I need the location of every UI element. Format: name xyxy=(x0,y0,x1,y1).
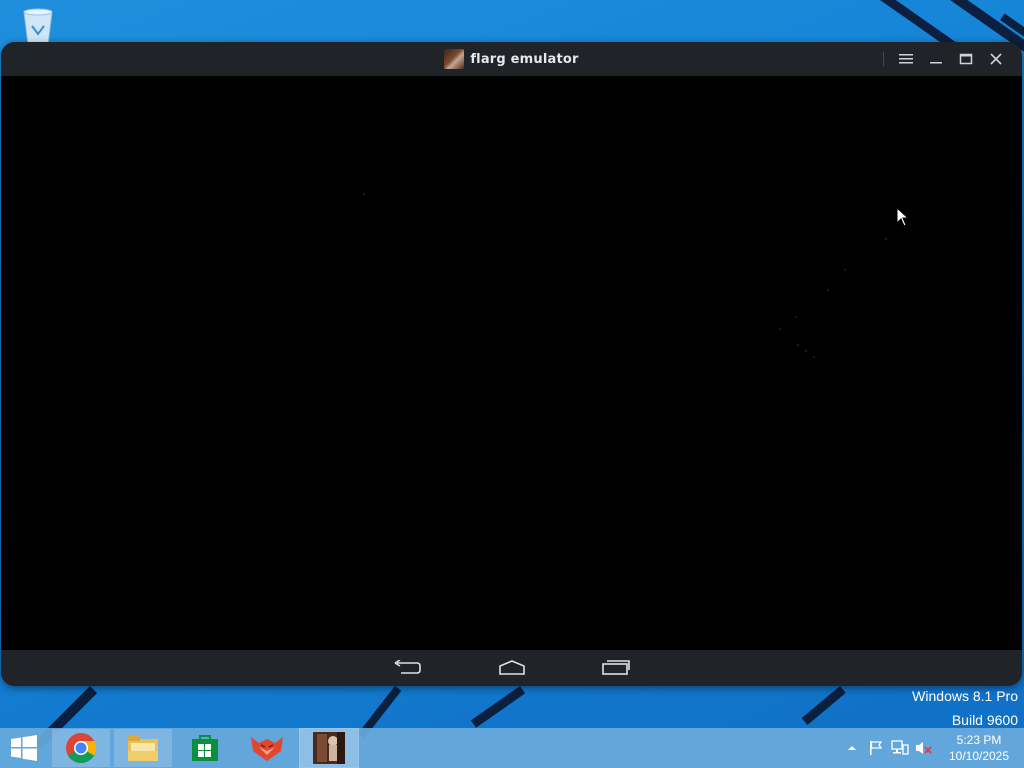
maximize-icon[interactable] xyxy=(954,47,978,71)
close-icon[interactable] xyxy=(984,47,1008,71)
store-icon xyxy=(192,735,218,761)
system-tray: 5:23 PM 10/10/2025 xyxy=(840,728,1024,768)
watermark-edition: Windows 8.1 Pro xyxy=(912,688,1018,704)
clock-date: 10/10/2025 xyxy=(948,749,1010,763)
recycle-bin-icon[interactable] xyxy=(18,4,58,45)
taskbar-clock[interactable]: 5:23 PM 10/10/2025 xyxy=(936,732,1024,764)
recent-apps-icon[interactable] xyxy=(594,654,638,682)
controls-divider xyxy=(883,52,884,66)
desktop: flarg emulator Windows 8.1 Pro Build 960… xyxy=(0,0,1024,768)
flarg-app-icon xyxy=(313,732,345,764)
flarg-app-icon xyxy=(444,49,465,69)
emulator-screen[interactable] xyxy=(1,76,1022,650)
wallpaper-stripe xyxy=(801,686,846,726)
taskbar-store[interactable] xyxy=(176,729,234,767)
hamburger-menu-icon[interactable] xyxy=(894,47,918,71)
window-title: flarg emulator xyxy=(470,51,579,67)
taskbar-flarg-emulator[interactable] xyxy=(299,728,359,768)
home-icon[interactable] xyxy=(490,654,534,682)
clock-time: 5:23 PM xyxy=(956,733,1002,747)
fox-icon xyxy=(251,737,283,761)
back-icon[interactable] xyxy=(386,654,430,682)
wallpaper-stripe xyxy=(470,686,526,728)
flag-icon[interactable] xyxy=(864,728,888,768)
windows-start-icon[interactable] xyxy=(0,728,48,768)
taskbar-file-explorer[interactable] xyxy=(114,729,172,767)
android-nav-bar xyxy=(1,650,1022,686)
minimize-icon[interactable] xyxy=(924,47,948,71)
os-watermark: Windows 8.1 Pro Build 9600 xyxy=(912,684,1018,732)
chevron-up-icon[interactable] xyxy=(840,728,864,768)
title-bar[interactable]: flarg emulator xyxy=(1,42,1022,76)
mouse-cursor-icon xyxy=(896,206,910,227)
window-controls xyxy=(883,42,1008,76)
emulator-window: flarg emulator xyxy=(1,42,1022,686)
taskbar: 5:23 PM 10/10/2025 xyxy=(0,728,1024,768)
chrome-icon xyxy=(66,733,97,764)
volume-muted-icon[interactable] xyxy=(912,728,936,768)
folder-icon xyxy=(128,736,158,761)
taskbar-fox-app[interactable] xyxy=(238,729,296,767)
taskbar-chrome[interactable] xyxy=(52,729,110,767)
network-icon[interactable] xyxy=(888,728,912,768)
